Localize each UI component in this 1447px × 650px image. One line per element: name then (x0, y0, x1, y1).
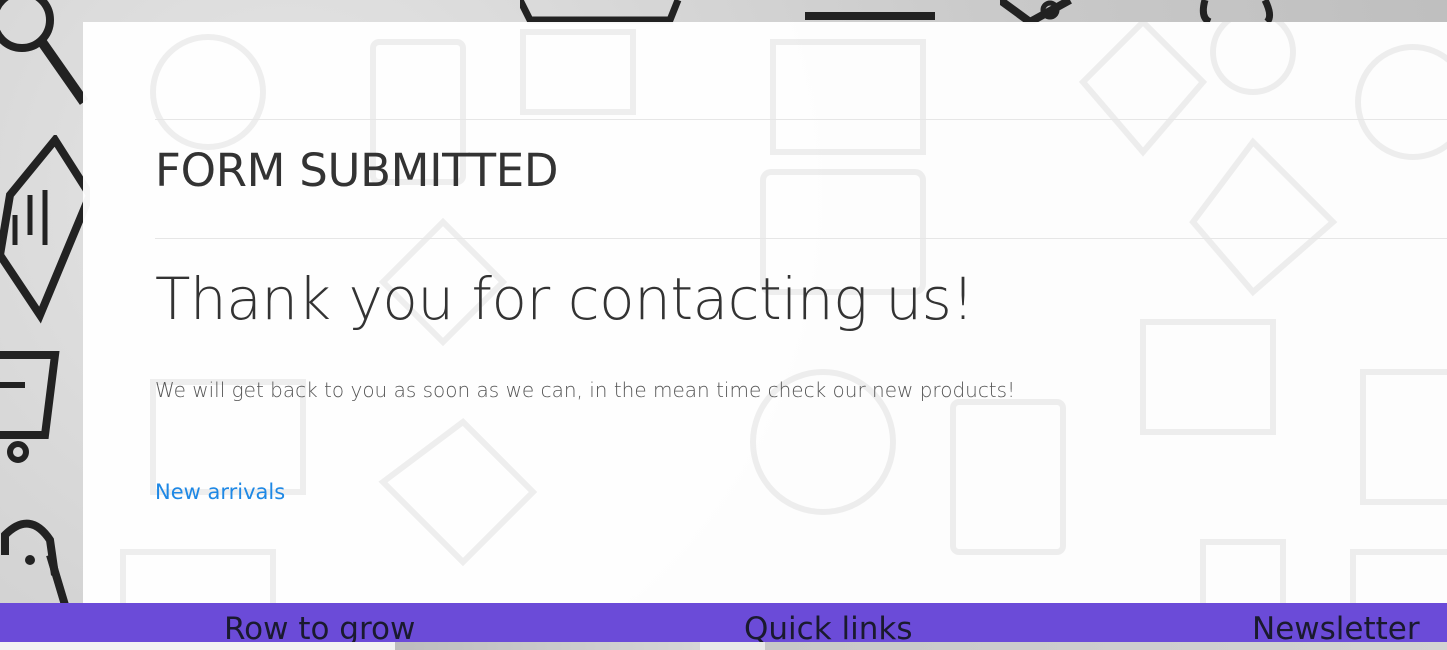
new-arrivals-link[interactable]: New arrivals (155, 480, 285, 504)
price-tag-icon (1000, 0, 1072, 24)
laptop-icon (0, 135, 90, 324)
footer-bottom-strip (0, 642, 1447, 650)
footer-heading-brand: Row to grow (224, 611, 416, 642)
magnifier-icon (1199, 0, 1274, 24)
content-card: FORM SUBMITTED Thank you for contacting … (83, 22, 1447, 603)
footer-heading-quick-links: Quick links (744, 611, 913, 642)
footer-heading-newsletter: Newsletter (1252, 611, 1420, 642)
shopping-cart-icon (520, 0, 682, 24)
top-divider (155, 119, 1447, 120)
shopping-cart-icon (0, 351, 60, 463)
magnifier-icon (0, 0, 89, 105)
shopping-bag-icon (0, 519, 69, 605)
confirmation-message: We will get back to you as soon as we ca… (155, 378, 1016, 402)
page-title: Thank you for contacting us! (155, 265, 975, 333)
middle-divider (155, 238, 1447, 239)
footer: Row to grow Quick links Newsletter (0, 603, 1447, 642)
credit-card-icon (805, 12, 935, 20)
page-kicker: FORM SUBMITTED (155, 144, 559, 197)
